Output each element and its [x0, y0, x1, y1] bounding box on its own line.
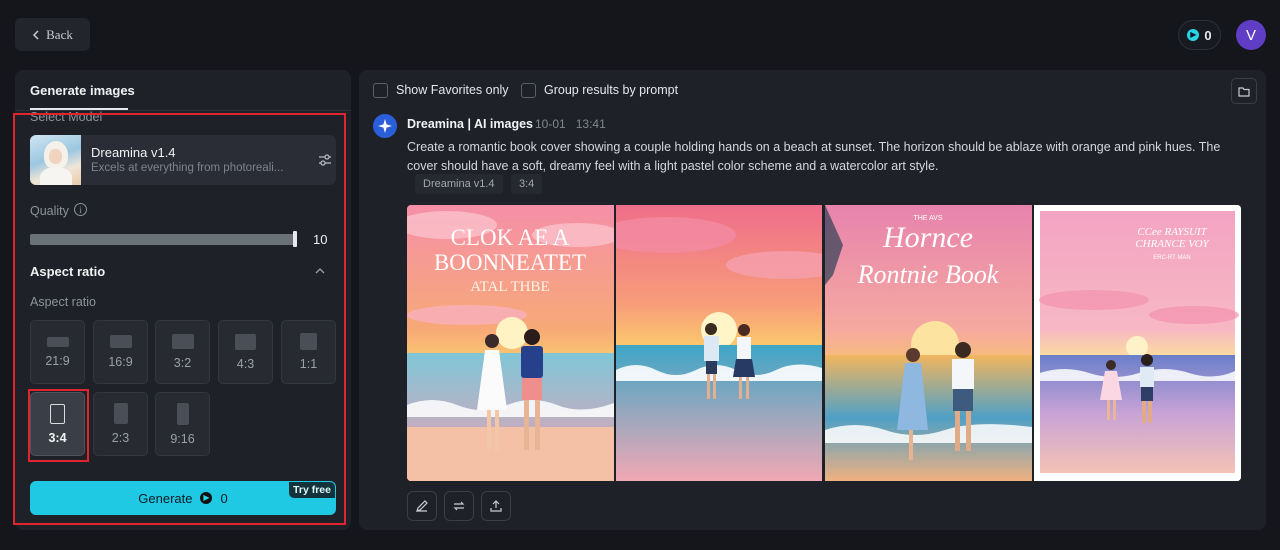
cover-title-line-2: CHRANCE VOY — [1135, 238, 1210, 250]
model-thumbnail — [30, 135, 81, 185]
result-image-2[interactable] — [616, 205, 822, 481]
generate-label: Generate — [138, 490, 193, 506]
folder-icon — [1238, 86, 1250, 97]
back-label: Back — [46, 26, 73, 42]
generate-cost: 0 — [220, 490, 228, 506]
tab-generate-images[interactable]: Generate images — [30, 83, 135, 98]
chevron-left-icon — [32, 29, 40, 40]
quality-label: Quality — [30, 204, 69, 218]
quality-slider[interactable] — [30, 234, 297, 245]
result-time: 13:41 — [575, 117, 606, 131]
credit-coin-icon: ▶ — [1187, 29, 1200, 41]
info-icon[interactable]: i — [74, 203, 87, 216]
credits-pill[interactable]: ▶ 0 — [1178, 20, 1221, 50]
ratio-option-21-9[interactable]: 21:9 — [30, 320, 85, 384]
ratio-label: 16:9 — [108, 355, 133, 369]
model-tag: Dreamina v1.4 — [415, 174, 503, 194]
result-author: Dreamina | AI images — [407, 117, 534, 131]
favorites-checkbox[interactable] — [373, 83, 388, 98]
ratio-label: 2:3 — [111, 431, 130, 445]
group-by-prompt-label: Group results by prompt — [544, 83, 679, 97]
regenerate-icon — [452, 499, 466, 513]
ratio-16-9-icon — [109, 335, 132, 348]
result-image-3[interactable]: THE AVS Hornce Rontnie Book — [825, 205, 1032, 481]
ratio-label: 3:4 — [48, 430, 67, 445]
select-model-label: Select Model — [30, 110, 103, 124]
ratio-3-4-icon — [50, 403, 65, 424]
avatar[interactable]: V — [1236, 20, 1266, 50]
ratio-label: 9:16 — [170, 431, 195, 446]
model-description: Excels at everything from photoreali... — [91, 162, 284, 174]
ratio-1-1-icon — [300, 333, 317, 350]
chevron-up-icon[interactable] — [315, 266, 325, 276]
ratio-2-3-icon — [113, 403, 128, 424]
sliders-icon[interactable] — [317, 152, 333, 168]
model-selector[interactable]: Dreamina v1.4 Excels at everything from … — [30, 135, 336, 185]
group-by-prompt-checkbox[interactable] — [521, 83, 536, 98]
ratio-tag: 3:4 — [511, 174, 543, 194]
ratio-option-4-3[interactable]: 4:3 — [218, 320, 273, 384]
results-panel: Show Favorites only Group results by pro… — [359, 70, 1266, 530]
model-name: Dreamina v1.4 — [91, 145, 176, 160]
ratio-3-2-icon — [171, 334, 194, 349]
ratio-label: 3:2 — [173, 356, 192, 370]
try-free-badge: Try free — [289, 482, 335, 498]
result-image-4[interactable]: CCee RAYSUIT CHRANCE VOY ERC-RT MAN — [1034, 205, 1241, 481]
aspect-ratio-label: Aspect ratio — [30, 295, 97, 309]
generate-button[interactable]: Generate ▶ 0 Try free — [30, 481, 336, 515]
quality-value: 10 — [313, 232, 328, 247]
export-icon — [489, 499, 503, 513]
ratio-option-1-1[interactable]: 1:1 — [281, 320, 336, 384]
cover-title-line-2: BOONNEATET — [434, 250, 586, 275]
cover-title-line-1: CCee RAYSUIT — [1137, 226, 1207, 238]
ratio-21-9-icon — [46, 336, 69, 347]
ratio-option-3-2[interactable]: 3:2 — [155, 320, 210, 384]
ratio-option-2-3[interactable]: 2:3 — [93, 392, 148, 456]
edit-icon — [415, 499, 429, 513]
result-timestamp: 10-01 13:41 — [535, 117, 606, 131]
generate-panel: Generate images Select Model Dreamina v1… — [15, 70, 351, 530]
credit-coin-icon: ▶ — [200, 492, 213, 504]
ratio-9-16-icon — [176, 402, 189, 425]
ratio-4-3-icon — [235, 333, 256, 350]
credit-count: 0 — [1204, 27, 1212, 43]
result-prompt: Create a romantic book cover showing a c… — [407, 140, 1221, 173]
ratio-label: 21:9 — [45, 353, 70, 368]
edit-button[interactable] — [407, 491, 437, 521]
result-image-1[interactable]: CLOK AE A BOONNEATET ATAL THBE — [407, 205, 614, 481]
ratio-label: 1:1 — [299, 357, 318, 371]
ratio-option-9-16[interactable]: 9:16 — [155, 392, 210, 456]
ratio-option-16-9[interactable]: 16:9 — [93, 320, 148, 384]
folder-button[interactable] — [1231, 78, 1257, 104]
back-button[interactable]: Back — [15, 18, 90, 51]
favorites-label: Show Favorites only — [396, 83, 509, 97]
quality-slider-handle[interactable] — [293, 231, 297, 247]
result-date: 10-01 — [535, 117, 566, 131]
ratio-option-3-4[interactable]: 3:4 — [30, 392, 85, 456]
regenerate-button[interactable] — [444, 491, 474, 521]
cover-title-line-3: ATAL THBE — [470, 279, 549, 295]
cover-title-line-3: Rontnie Book — [857, 260, 999, 289]
cover-title-line-3: ERC-RT MAN — [1153, 255, 1190, 261]
dreamina-logo-icon — [373, 114, 397, 138]
aspect-ratio-heading: Aspect ratio — [30, 264, 106, 279]
cover-title-line-2: Hornce — [882, 221, 973, 254]
ratio-label: 4:3 — [236, 356, 255, 371]
export-button[interactable] — [481, 491, 511, 521]
cover-title-line-1: CLOK AE A — [451, 225, 570, 250]
